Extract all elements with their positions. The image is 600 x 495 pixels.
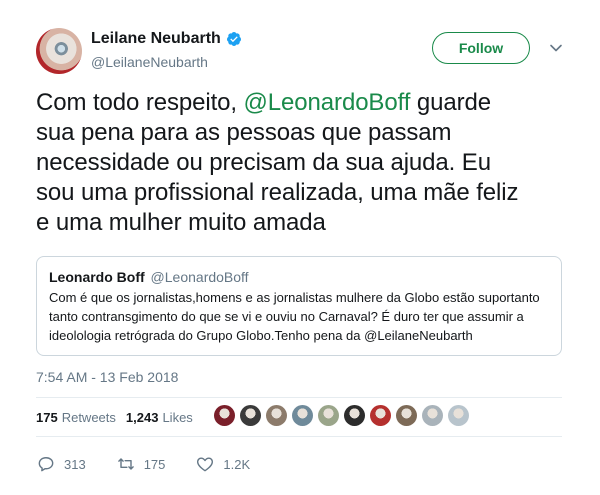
author-name-row: Leilane Neubarth: [91, 30, 242, 48]
engagement-stats: 175 Retweets 1,243 Likes: [36, 410, 203, 425]
likes-label: Likes: [162, 410, 193, 425]
liker-avatar[interactable]: [214, 405, 235, 426]
retweet-icon: [117, 458, 134, 470]
liker-avatar[interactable]: [344, 405, 365, 426]
quoted-author-name: Leonardo Boff: [49, 269, 145, 285]
tweet-line: Com todo respeito, @LeonardoBoff guarde: [36, 89, 491, 116]
retweets-stat[interactable]: 175 Retweets: [36, 410, 126, 425]
retweets-label: Retweets: [61, 410, 116, 425]
avatar[interactable]: [36, 28, 82, 74]
liker-avatar[interactable]: [448, 405, 469, 426]
liker-avatar[interactable]: [240, 405, 261, 426]
like-button[interactable]: 1.2K: [195, 454, 250, 474]
reply-icon: [38, 457, 54, 472]
liker-avatar[interactable]: [266, 405, 287, 426]
mention-link[interactable]: @LeonardoBoff: [244, 89, 411, 116]
tweet-line: e uma mulher muito amada: [36, 209, 326, 236]
tweet-line: sua pena para as pessoas que passam: [36, 119, 452, 146]
heart-icon: [197, 457, 214, 472]
quoted-tweet[interactable]: Leonardo Boff @LeonardoBoff Com é que os…: [36, 256, 562, 356]
retweet-button[interactable]: 175: [116, 454, 166, 474]
liker-avatar[interactable]: [370, 405, 391, 426]
quoted-author-handle: @LeonardoBoff: [150, 269, 249, 285]
tweet-timestamp[interactable]: 7:54 AM - 13 Feb 2018: [36, 369, 178, 385]
quoted-tweet-text: Com é que os jornalistas,homens e as jor…: [49, 288, 549, 345]
divider: [36, 397, 562, 398]
liker-avatar[interactable]: [396, 405, 417, 426]
author-display-name[interactable]: Leilane Neubarth: [91, 30, 221, 48]
reply-count: 313: [64, 456, 86, 472]
tweet-line: necessidade ou precisam da sua ajuda. Eu: [36, 149, 491, 176]
tweet-line: sou uma profissional realizada, uma mãe …: [36, 179, 519, 206]
retweets-count: 175: [36, 410, 58, 425]
quoted-tweet-line: ideolologia retrógrada do Grupo Globo.Te…: [49, 328, 473, 343]
likes-stat[interactable]: 1,243 Likes: [126, 410, 203, 425]
likes-count: 1,243: [125, 410, 159, 425]
retweet-count: 175: [143, 456, 166, 472]
quoted-tweet-line: Com é que os jornalistas,homens e as jor…: [49, 290, 540, 305]
chevron-down-icon[interactable]: [549, 41, 563, 55]
liker-avatar[interactable]: [292, 405, 313, 426]
reply-button[interactable]: 313: [36, 454, 86, 474]
verified-badge-icon: [226, 32, 241, 46]
divider: [36, 436, 562, 437]
quoted-tweet-line: tanto contransgimento do que se vi e ouv…: [49, 309, 524, 324]
tweet-text: Com todo respeito, @LeonardoBoff guarde …: [36, 88, 566, 238]
liker-avatars: [214, 405, 469, 426]
liker-avatar[interactable]: [318, 405, 339, 426]
tweet-actions: 313 175 1.2K: [36, 454, 280, 474]
follow-button[interactable]: Follow: [432, 32, 530, 64]
like-count: 1.2K: [223, 456, 251, 472]
quoted-tweet-header: Leonardo Boff @LeonardoBoff: [49, 268, 549, 286]
liker-avatar[interactable]: [422, 405, 443, 426]
author-handle[interactable]: @LeilaneNeubarth: [91, 54, 208, 70]
